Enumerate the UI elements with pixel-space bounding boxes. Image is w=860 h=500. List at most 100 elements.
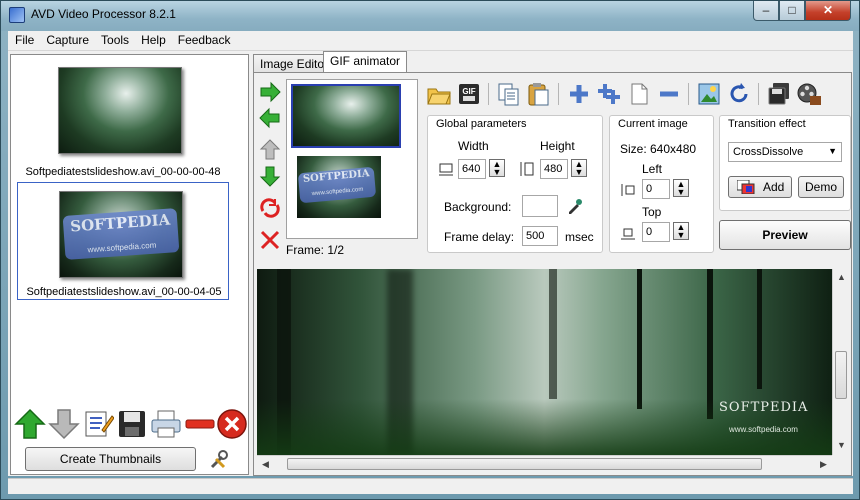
top-label: Top — [642, 205, 662, 219]
frame-delay-input[interactable]: 500 — [522, 226, 558, 246]
transition-effect-group: Transition effect CrossDissolve ▼ Add De… — [719, 115, 851, 211]
arrow-left-icon[interactable] — [259, 107, 281, 129]
copy-icon[interactable] — [496, 81, 522, 107]
close-button[interactable]: ✕ — [805, 1, 851, 21]
status-bar — [8, 478, 853, 494]
menu-feedback[interactable]: Feedback — [171, 31, 236, 47]
width-input[interactable]: 640 — [458, 159, 486, 179]
global-parameters-group: Global parameters Width Height 640 ▲ ▼ 48… — [427, 115, 603, 253]
app-window: AVD Video Processor 8.2.1 – □ ✕ File Capt… — [0, 0, 860, 500]
thumbnail-image — [58, 67, 182, 154]
edit-notes-icon[interactable] — [82, 408, 114, 440]
scroll-down-icon[interactable]: ▼ — [833, 437, 850, 454]
move-up-icon[interactable] — [14, 408, 46, 440]
tree-trunk — [707, 269, 713, 419]
print-icon[interactable] — [150, 408, 182, 440]
maximize-button[interactable]: □ — [779, 1, 805, 21]
thumbnail-label: Softpediatestslideshow.avi_00-00-00-48 — [25, 166, 221, 178]
group-title: Current image — [618, 118, 688, 130]
thumbnail-label: Softpediatestslideshow.avi_00-00-04-05 — [26, 286, 222, 298]
tab-gif-animator[interactable]: GIF animator — [323, 51, 408, 73]
background-color-swatch[interactable] — [522, 195, 558, 217]
demo-button[interactable]: Demo — [798, 176, 844, 198]
create-thumbnails-button[interactable]: Create Thumbnails — [25, 447, 196, 471]
resize-image-icon[interactable] — [696, 81, 722, 107]
preview-button[interactable]: Preview — [719, 220, 851, 250]
add-label: Add — [763, 180, 785, 194]
horizontal-scroll-thumb[interactable] — [287, 458, 762, 470]
softpedia-url: www.softpedia.com — [729, 425, 798, 434]
new-frame-icon[interactable] — [626, 81, 652, 107]
top-spinner[interactable]: ▲ ▼ — [673, 222, 689, 240]
menu-file[interactable]: File — [8, 31, 39, 47]
softpedia-watermark: SOFTPEDIA — [719, 400, 809, 415]
thumbnail-image: SOFTPEDIA www.softpedia.com — [59, 191, 183, 278]
menu-tools[interactable]: Tools — [94, 31, 134, 47]
scroll-left-icon[interactable]: ◀ — [257, 456, 274, 473]
transition-select[interactable]: CrossDissolve ▼ — [728, 142, 842, 162]
svg-text:GIF: GIF — [462, 87, 475, 96]
scroll-right-icon[interactable]: ▶ — [815, 456, 832, 473]
background-label: Background: — [444, 200, 512, 214]
paste-icon[interactable] — [526, 81, 552, 107]
add-transition-button[interactable]: Add — [728, 176, 792, 198]
frame-thumbnail-selected[interactable] — [291, 84, 401, 148]
palette-icon — [737, 180, 755, 194]
banner-text: SOFTPEDIA — [302, 168, 370, 185]
transition-selected: CrossDissolve — [733, 146, 804, 158]
banner-text: SOFTPEDIA — [69, 210, 171, 236]
preview-vertical-scrollbar[interactable]: ▲ ▼ — [832, 269, 849, 455]
thumbnail-item[interactable]: Softpediatestslideshow.avi_00-00-00-48 — [17, 65, 229, 183]
width-spinner[interactable]: ▲ ▼ — [489, 159, 505, 177]
gif-animator-panel: SOFTPEDIA www.softpedia.com Frame: 1/2 G… — [253, 72, 852, 476]
height-icon — [520, 162, 534, 176]
color-picker-icon[interactable] — [567, 198, 583, 214]
save-icon[interactable] — [116, 408, 148, 440]
frame-tools — [259, 81, 281, 261]
banner-subtext: www.softpedia.com — [311, 186, 364, 198]
title-bar[interactable]: AVD Video Processor 8.2.1 – □ ✕ — [1, 1, 859, 31]
top-input[interactable]: 0 — [642, 222, 670, 242]
gif-icon[interactable]: GIF — [456, 81, 482, 107]
save-all-icon[interactable] — [766, 81, 792, 107]
scroll-up-icon[interactable]: ▲ — [833, 269, 850, 286]
menu-bar: File Capture Tools Help Feedback — [8, 31, 853, 51]
arrow-up-icon[interactable] — [259, 139, 281, 161]
add-frame-icon[interactable] — [566, 81, 592, 107]
frame-delay-unit: msec — [565, 230, 594, 244]
preview-horizontal-scrollbar[interactable]: ◀ ▶ — [257, 455, 832, 472]
chevron-down-icon: ▼ — [828, 146, 837, 156]
frame-thumbnail[interactable]: SOFTPEDIA www.softpedia.com — [297, 156, 381, 218]
top-offset-icon — [621, 228, 635, 240]
thumbnail-item-selected[interactable]: SOFTPEDIA www.softpedia.com Softpediates… — [17, 182, 229, 300]
thumbnail-toolbar — [10, 406, 249, 444]
image-size-text: Size: 640x480 — [620, 142, 697, 156]
minimize-button[interactable]: – — [753, 1, 779, 21]
delete-all-icon[interactable] — [216, 408, 248, 440]
menu-capture[interactable]: Capture — [39, 31, 94, 47]
delete-frame-icon[interactable] — [259, 229, 281, 251]
height-spinner[interactable]: ▲ ▼ — [571, 159, 587, 177]
swap-icon[interactable] — [259, 197, 281, 219]
height-label: Height — [540, 139, 575, 153]
tools-icon[interactable] — [208, 449, 230, 471]
toolbar-separator — [688, 83, 689, 105]
softpedia-banner: SOFTPEDIA www.softpedia.com — [297, 166, 377, 204]
frames-list[interactable]: SOFTPEDIA www.softpedia.com — [286, 79, 418, 239]
tree-trunk — [549, 269, 557, 399]
arrow-right-icon[interactable] — [259, 81, 281, 103]
open-folder-icon[interactable] — [426, 81, 452, 107]
menu-help[interactable]: Help — [134, 31, 171, 47]
rotate-icon[interactable] — [726, 81, 752, 107]
move-down-icon[interactable] — [48, 408, 80, 440]
vertical-scroll-thumb[interactable] — [835, 351, 847, 399]
arrow-down-icon[interactable] — [259, 165, 281, 187]
left-input[interactable]: 0 — [642, 179, 670, 199]
remove-frame-icon[interactable] — [656, 81, 682, 107]
film-reel-icon[interactable] — [796, 81, 822, 107]
height-input[interactable]: 480 — [540, 159, 568, 179]
add-multiple-icon[interactable] — [596, 81, 622, 107]
tree-trunk — [637, 269, 642, 409]
remove-icon[interactable] — [184, 408, 216, 440]
left-spinner[interactable]: ▲ ▼ — [673, 179, 689, 197]
